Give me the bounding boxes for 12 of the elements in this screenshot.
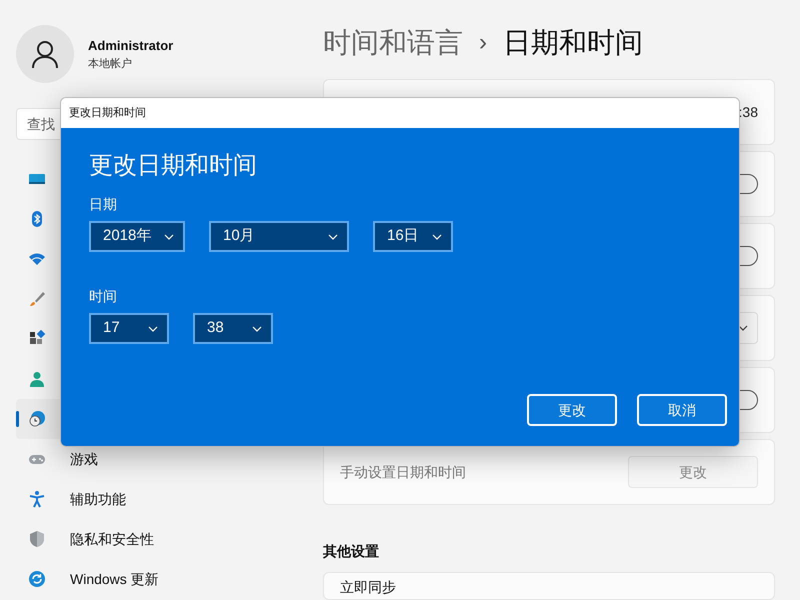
- page-title: 日期和时间: [503, 26, 643, 60]
- breadcrumb-separator: ›: [479, 28, 487, 58]
- setting-label: 手动设置日期和时间: [340, 462, 466, 482]
- section-heading: 其他设置: [323, 542, 380, 561]
- account-type: 本地帐户: [88, 56, 133, 72]
- setting-label: 立即同步: [340, 578, 396, 597]
- window-title: 更改日期和时间: [69, 106, 146, 121]
- field-label: 日期: [89, 195, 118, 214]
- dialog-heading: 更改日期和时间: [89, 151, 258, 181]
- account-name: Administrator: [88, 37, 174, 55]
- field-label: 时间: [89, 287, 118, 306]
- time-value: :38: [738, 102, 758, 122]
